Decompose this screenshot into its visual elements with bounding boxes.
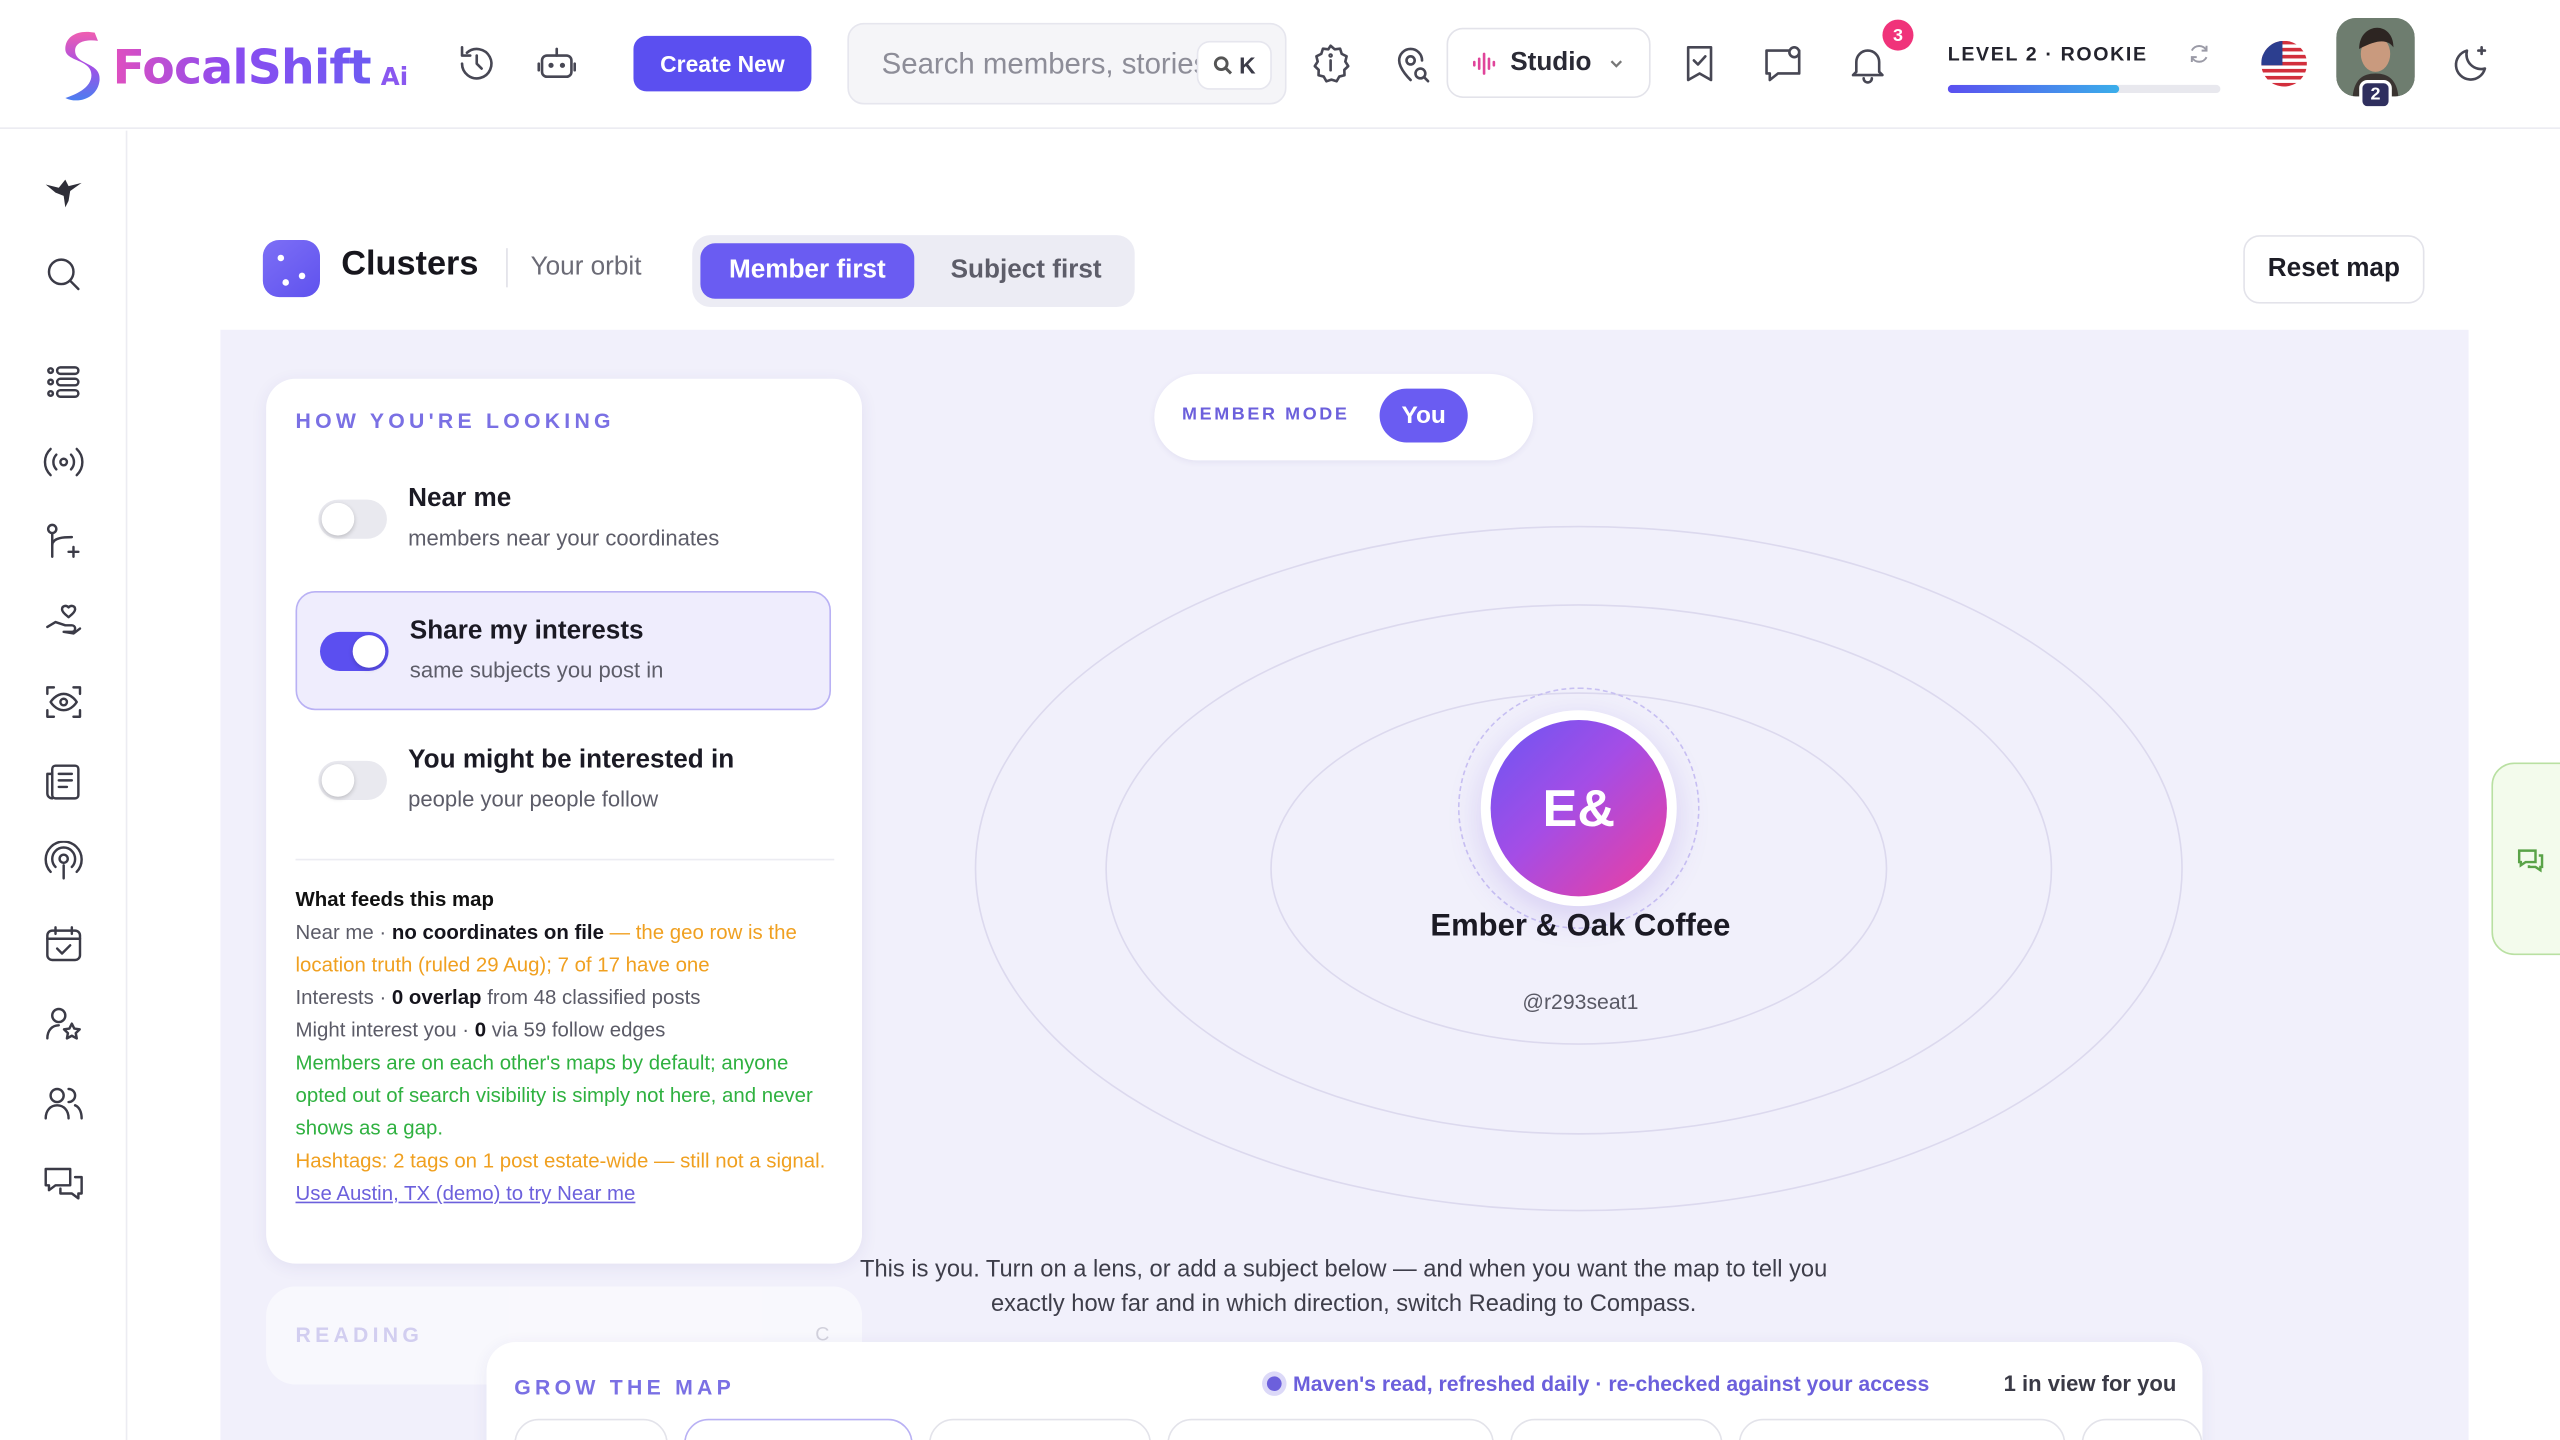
self-node-avatar[interactable]: E& [1490,719,1667,897]
lens-option-might-interest[interactable]: You might be interested in people your p… [296,722,832,841]
notification-badge: 3 [1882,19,1914,51]
feeds-heading: What feeds this map [295,888,494,912]
feeds-visibility-note: Members are on each other's maps by defa… [295,1051,813,1140]
bell-icon[interactable] [1843,39,1892,88]
hand-heart-icon[interactable] [42,601,84,643]
member-mode-you-chip[interactable]: You [1379,388,1468,443]
chat-bubble-icon [2517,849,2544,873]
lens-option-title: You might be interested in [408,746,735,774]
search-shortcut-key: K [1239,52,1256,79]
feeds-interests: Interests · 0 overlap from 48 classified… [295,986,701,1009]
search-shortcut-icon [1213,56,1232,75]
maven-note: Maven's read, refreshed daily · re-check… [1293,1371,1930,1396]
list-icon[interactable] [42,361,84,403]
logo-mark-icon [65,31,100,101]
suggestion-chip[interactable] [1167,1418,1494,1440]
looking-panel: HOW YOU'RE LOOKING Near me members near … [266,378,863,1264]
maven-status: Maven's read, refreshed daily · re-check… [1266,1371,1930,1396]
feeds-near-me: Near me · no coordinates on file — the g… [295,920,797,977]
demo-location-link[interactable]: Use Austin, TX (demo) to try Near me [296,1182,636,1205]
grow-the-map-panel: GROW THE MAP Maven's read, refreshed dai… [486,1342,2203,1440]
clusters-icon [262,239,320,298]
suggestion-chip[interactable] [1738,1418,2066,1440]
studio-label: Studio [1510,48,1592,76]
bookmark-check-icon[interactable] [1675,39,1724,88]
feedback-side-tab[interactable] [2491,762,2560,956]
message-icon[interactable] [1758,39,1807,88]
lens-option-subtitle: members near your coordinates [408,525,720,551]
sidebar [0,130,128,1440]
search-shortcut[interactable]: K [1196,40,1272,90]
chat-icon[interactable] [42,1162,84,1204]
lens-option-near-me[interactable]: Near me members near your coordinates [296,460,832,579]
create-new-button[interactable]: Create New [633,35,812,92]
broadcast-icon[interactable] [42,441,84,483]
self-node-name: Ember & Oak Coffee [1430,909,1731,944]
lens-option-title: Share my interests [409,617,644,645]
self-node-handle: @r293seat1 [1522,989,1639,1014]
users-icon[interactable] [42,1082,84,1124]
search-box[interactable]: K [847,22,1287,105]
map-caption: This is you. Turn on a lens, or add a su… [860,1257,1828,1318]
audio-wave-icon [1472,51,1496,74]
near-me-toggle[interactable] [318,499,387,539]
lens-option-subtitle: people your people follow [408,786,659,812]
location-search-icon[interactable] [1388,39,1437,88]
refresh-icon[interactable] [2188,42,2211,65]
bird-logo-icon[interactable] [42,170,84,212]
calendar-check-icon[interactable] [42,922,84,964]
theme-icon[interactable] [2447,39,2496,88]
app-suffix: Ai [380,62,409,92]
chevron-down-icon [1610,59,1622,67]
top-bar: FocalShift Ai Create New K Studio [0,0,2560,129]
level-progress-bar [1947,84,2221,94]
suggestion-chip[interactable] [684,1418,913,1440]
feeds-might-interest: Might interest you · 0 via 59 follow edg… [295,1018,666,1042]
search-icon[interactable] [42,253,84,295]
eye-scan-icon[interactable] [42,681,84,723]
lens-option-subtitle: same subjects you post in [409,657,664,683]
reading-heading: READING [295,1322,424,1347]
looking-heading: HOW YOU'RE LOOKING [295,408,615,433]
feeds-hashtags-note: Hashtags: 2 tags on 1 post estate-wide —… [295,1149,826,1173]
tab-subject-first[interactable]: Subject first [931,243,1122,299]
might-interest-toggle[interactable] [318,760,387,800]
suggestion-chip[interactable] [1510,1418,1723,1440]
reset-map-button[interactable]: Reset map [2243,235,2425,304]
map-feeds-info: What feeds this map Near me · no coordin… [295,858,835,1210]
studio-dropdown[interactable]: Studio [1446,27,1651,98]
app-name: FocalShift [112,39,372,95]
history-icon[interactable] [452,39,501,88]
member-mode-label: MEMBER MODE [1182,404,1350,425]
title-divider [506,248,508,288]
app-logo[interactable]: FocalShift Ai [56,26,409,108]
us-flag-icon[interactable] [2261,40,2307,87]
search-input[interactable] [881,24,1225,103]
podcast-icon[interactable] [42,840,84,883]
page-title: Clusters [341,244,479,283]
in-view-count: 1 in view for you [2003,1371,2177,1396]
share-interests-toggle[interactable] [319,631,389,672]
level-progress-fill [1947,84,2120,94]
suggestion-chip[interactable] [514,1418,668,1440]
info-icon[interactable] [1306,39,1355,88]
grow-heading: GROW THE MAP [514,1374,736,1400]
tab-member-first[interactable]: Member first [700,243,915,299]
lens-option-share-interests[interactable]: Share my interests same subjects you pos… [295,591,832,711]
suggestion-chip[interactable] [928,1418,1152,1440]
lens-option-title: Near me [408,484,512,513]
member-mode-indicator: MEMBER MODE You [1154,373,1534,461]
level-label: LEVEL 2 · ROOKIE [1947,42,2148,66]
view-mode-toggle: Member first Subject first [692,235,1135,307]
newspaper-icon[interactable] [42,761,84,803]
map-stage[interactable]: MEMBER MODE You E& Ember & Oak Coffee @r… [220,329,2469,1440]
bot-icon[interactable] [532,39,581,88]
page-subtitle: Your orbit [530,253,642,281]
user-star-icon[interactable] [42,1002,84,1044]
suggestion-chip[interactable] [2081,1418,2203,1440]
avatar-level-badge: 2 [2359,79,2392,110]
status-dot-icon [1266,1376,1282,1392]
branch-add-icon[interactable] [42,521,84,563]
